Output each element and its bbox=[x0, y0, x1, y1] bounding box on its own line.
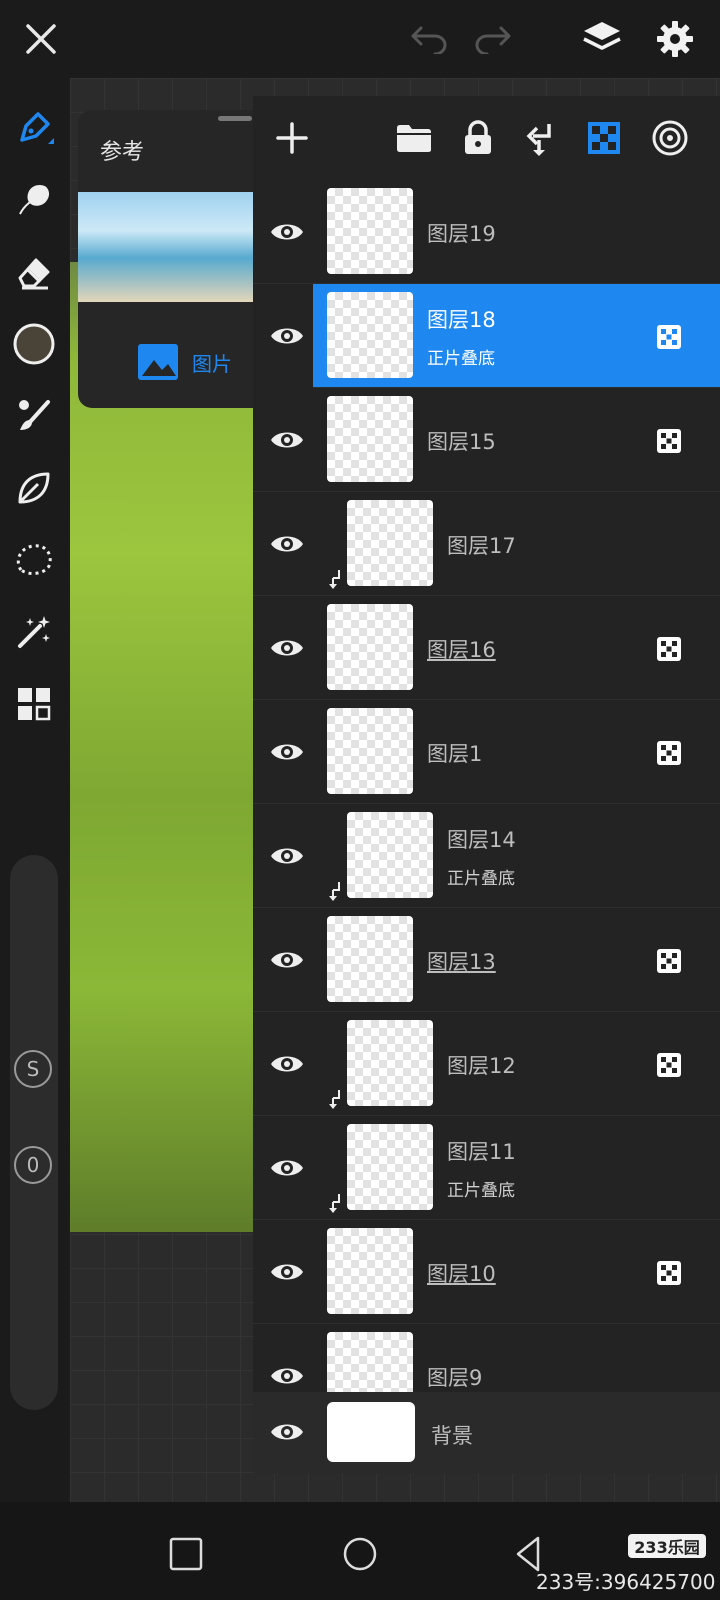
layer-row[interactable]: 图层1 bbox=[253, 700, 720, 804]
layer-row[interactable]: 图层14 正片叠底 bbox=[253, 804, 720, 908]
smudge-tool-icon[interactable] bbox=[12, 178, 56, 222]
alpha-lock-icon[interactable] bbox=[656, 1052, 682, 1078]
layer-thumbnail bbox=[347, 812, 433, 898]
layer-thumbnail bbox=[327, 604, 413, 690]
layer-thumbnail bbox=[327, 916, 413, 1002]
reference-layer-icon[interactable] bbox=[650, 118, 690, 158]
background-layer-row[interactable]: 背景 bbox=[253, 1392, 720, 1474]
watermark-id: 233号:396425700 bbox=[536, 1570, 716, 1594]
layer-row[interactable]: 图层11 正片叠底 bbox=[253, 1116, 720, 1220]
alpha-lock-icon[interactable] bbox=[656, 324, 682, 350]
layer-row[interactable]: 图层15 bbox=[253, 388, 720, 492]
watermark-logo: 233乐园 bbox=[628, 1534, 706, 1558]
image-icon[interactable] bbox=[136, 342, 180, 382]
clip-arrow-icon bbox=[327, 1088, 345, 1110]
layer-blend-mode: 正片叠底 bbox=[447, 869, 515, 889]
visibility-eye-icon[interactable] bbox=[267, 1412, 307, 1452]
color-picker-swatch[interactable] bbox=[12, 322, 56, 366]
home-icon[interactable] bbox=[338, 1532, 382, 1576]
layer-row[interactable]: 图层17 bbox=[253, 492, 720, 596]
layer-blend-mode: 正片叠底 bbox=[427, 349, 495, 369]
layer-row[interactable]: 图层13 bbox=[253, 908, 720, 1012]
reference-title: 参考 bbox=[100, 140, 145, 165]
layer-row[interactable]: 图层18 正片叠底 bbox=[313, 284, 720, 388]
alpha-lock-icon[interactable] bbox=[656, 740, 682, 766]
lasso-selection-icon[interactable] bbox=[12, 538, 56, 582]
layer-thumbnail bbox=[347, 1124, 433, 1210]
undo-icon[interactable] bbox=[406, 18, 452, 60]
layer-row[interactable]: 图层19 bbox=[253, 180, 720, 284]
layer-name: 图层9 bbox=[427, 1366, 483, 1390]
grid-materials-icon[interactable] bbox=[12, 682, 56, 726]
alpha-lock-icon[interactable] bbox=[656, 636, 682, 662]
opacity-slider-knob[interactable]: 0 bbox=[14, 1146, 52, 1184]
layer-name: 图层10 bbox=[427, 1262, 496, 1286]
layer-thumbnail bbox=[327, 188, 413, 274]
layers-icon[interactable] bbox=[578, 16, 626, 62]
lock-icon[interactable] bbox=[458, 118, 498, 158]
alpha-lock-icon[interactable] bbox=[584, 118, 624, 158]
layer-thumbnail bbox=[327, 292, 413, 378]
image-mode-label[interactable]: 图片 bbox=[192, 348, 232, 377]
clip-arrow-icon bbox=[327, 880, 345, 902]
layer-name: 图层15 bbox=[427, 430, 496, 454]
layer-name: 图层14 bbox=[447, 828, 516, 852]
close-icon[interactable] bbox=[18, 16, 64, 62]
layer-name: 图层11 bbox=[447, 1140, 516, 1164]
panel-drag-handle[interactable] bbox=[218, 116, 252, 121]
recent-apps-icon[interactable] bbox=[164, 1532, 208, 1576]
size-slider-knob[interactable]: S bbox=[14, 1050, 52, 1088]
visibility-eye-icon[interactable] bbox=[267, 316, 307, 356]
layer-thumbnail bbox=[327, 708, 413, 794]
layer-thumbnail bbox=[347, 500, 433, 586]
alpha-lock-icon[interactable] bbox=[656, 428, 682, 454]
layer-name: 图层17 bbox=[447, 534, 516, 558]
layer-row[interactable]: 图层16 bbox=[253, 596, 720, 700]
layer-name: 图层12 bbox=[447, 1054, 516, 1078]
layer-name: 图层18 bbox=[427, 308, 496, 332]
clip-arrow-icon bbox=[327, 1192, 345, 1214]
layer-row[interactable]: 图层12 bbox=[253, 1012, 720, 1116]
background-thumbnail bbox=[327, 1402, 415, 1462]
magic-wand-icon[interactable] bbox=[12, 610, 56, 654]
layer-thumbnail bbox=[327, 1228, 413, 1314]
layer-row[interactable]: 图层10 bbox=[253, 1220, 720, 1324]
brush-tool-icon[interactable] bbox=[12, 394, 56, 438]
layer-thumbnail bbox=[347, 1020, 433, 1106]
layer-name: 图层19 bbox=[427, 222, 496, 246]
layer-name: 图层13 bbox=[427, 950, 496, 974]
brush-size-slider[interactable] bbox=[10, 855, 58, 1410]
layer-name: 图层1 bbox=[427, 742, 483, 766]
pen-tool-icon[interactable] bbox=[12, 106, 56, 150]
layer-blend-mode: 正片叠底 bbox=[447, 1181, 515, 1201]
clipping-mask-icon[interactable] bbox=[520, 118, 560, 158]
add-layer-icon[interactable] bbox=[272, 118, 312, 158]
alpha-lock-icon[interactable] bbox=[656, 948, 682, 974]
reference-image[interactable] bbox=[78, 192, 260, 302]
layer-thumbnail bbox=[327, 396, 413, 482]
folder-icon[interactable] bbox=[394, 118, 434, 158]
top-bar bbox=[0, 0, 720, 78]
background-layer-name: 背景 bbox=[431, 1424, 473, 1448]
layer-name: 图层16 bbox=[427, 638, 496, 662]
eraser-tool-icon[interactable] bbox=[12, 250, 56, 294]
leaf-tool-icon[interactable] bbox=[12, 466, 56, 510]
alpha-lock-icon[interactable] bbox=[656, 1260, 682, 1286]
redo-icon[interactable] bbox=[470, 18, 516, 60]
settings-gear-icon[interactable] bbox=[652, 16, 698, 62]
clip-arrow-icon bbox=[327, 568, 345, 590]
reference-panel: 参考 图片 bbox=[78, 110, 260, 408]
